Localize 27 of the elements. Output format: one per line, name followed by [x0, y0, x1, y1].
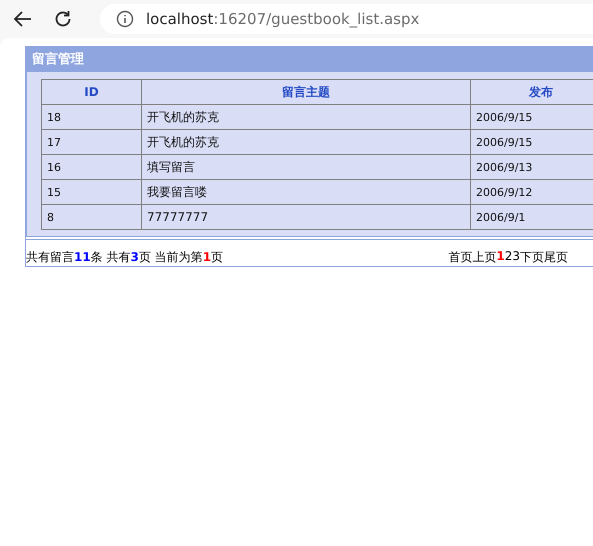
- table-cell: 15: [42, 180, 142, 204]
- prev-page-link[interactable]: 上页: [472, 249, 496, 266]
- info-icon: [116, 10, 134, 28]
- table-cell: 我要留言喽: [142, 180, 470, 204]
- column-header: ID: [42, 80, 142, 104]
- table-cell: 开飞机的苏克: [142, 104, 470, 130]
- column-header: 留言主题: [142, 80, 470, 104]
- back-icon: [13, 9, 33, 29]
- table-cell: 填写留言: [142, 154, 470, 180]
- page-number-link[interactable]: 2: [504, 249, 512, 266]
- table-cell: 18: [42, 104, 142, 130]
- reload-icon: [53, 9, 73, 29]
- next-page-link[interactable]: 下页: [520, 249, 544, 266]
- table-cell: 77777777: [142, 204, 470, 230]
- first-page-link[interactable]: 首页: [448, 249, 472, 266]
- summary-text: 共有留言11条 共有3页 当前为第1页: [26, 249, 224, 266]
- table-cell: 16: [42, 154, 142, 180]
- page-number-link[interactable]: 3: [512, 249, 520, 266]
- table-cell: 开飞机的苏克: [142, 130, 470, 154]
- table-cell: 8: [42, 204, 142, 230]
- table-cell: 17: [42, 130, 142, 154]
- url-text: localhost:16207/guestbook_list.aspx: [146, 10, 420, 28]
- column-header: 发布: [470, 80, 593, 104]
- address-bar[interactable]: localhost:16207/guestbook_list.aspx: [100, 4, 593, 34]
- page-number-link[interactable]: 1: [496, 249, 505, 266]
- last-page-link[interactable]: 尾页: [544, 249, 568, 266]
- panel-title: 留言管理: [27, 48, 593, 72]
